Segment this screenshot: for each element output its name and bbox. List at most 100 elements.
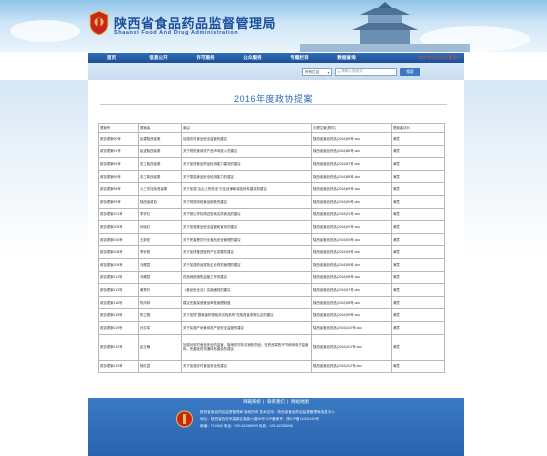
cell-document[interactable]: 陕西省食品药品(2016)89号.doc (311, 182, 392, 196)
cell-document[interactable]: 陕西省食品药品(2016)92号.doc (311, 220, 392, 234)
cell-evaluation: 满意 (391, 308, 445, 322)
table-row: 政协提案118号 陈卫国 关于加快"国家级药物临床试验机构"在陕西省申报认定的建议陕… (98, 308, 445, 322)
cell-document[interactable]: 陕西省食品药品(2016)86号.doc (311, 144, 392, 159)
cell-subject: 药品网络销售监管工作的建议 (181, 270, 312, 285)
search-input[interactable]: ⌕ 请输入搜索字 (335, 67, 397, 76)
cell-proposer: 九三学社陕西省委 (138, 182, 182, 196)
cell-subject: 加强对农村食品安全的监管，取缔农村非法销售药品；在药品零售环节使用电子监管码，完… (181, 333, 312, 361)
cell-document[interactable]: 陕西省食品药品(2016)101号.doc (311, 333, 392, 361)
cell-subject: 关于禁止学校周边售卖劣质食品的建议 (181, 207, 312, 222)
cell-proposal-no: 政协提案91号 (98, 144, 139, 159)
search-placeholder: 请输入搜索字 (341, 69, 363, 73)
cell-proposal-no: 政协提案108号 (98, 245, 139, 259)
cell-document[interactable]: 陕西省食品药品(2016)87号.doc (311, 157, 392, 171)
cell-evaluation: 满意 (391, 157, 445, 171)
footer-copyright: 陕西省食品药品监督管理局 版权所有 技术支持：陕西省食品药品监督管理局信息中心 (200, 410, 335, 414)
cell-document[interactable]: 陕西省食品药品(2016)100号.doc (311, 320, 392, 335)
cell-proposal-no: 政协提案120号 (98, 333, 139, 361)
cell-document[interactable]: 陕西省食品药品(2016)91号.doc (311, 207, 392, 222)
footer-link-contact[interactable]: 联系我们 (267, 399, 285, 404)
cell-subject: 《食品安全法》实施细则的建议 (181, 283, 312, 297)
cell-proposer: 冯耀斌 (138, 270, 182, 285)
cell-evaluation: 满意 (391, 359, 445, 374)
search-icon: ⌕ (338, 69, 341, 74)
cell-proposer: 李彩艳 (138, 245, 182, 259)
cell-document[interactable]: 陕西省食品药品(2016)93号.doc (311, 232, 392, 247)
table-row: 政协提案101号 李岁红 关于禁止学校周边售卖劣质食品的建议 陕西省食品药品(2016… (98, 207, 445, 222)
cell-document[interactable]: 陕西省食品药品(2016)88号.doc (311, 169, 392, 184)
proposals-table: 提案号 提案者 案由 办理文案(附件) 提案者评价 政协提案90号 民建陕西省委加… (98, 123, 445, 374)
cell-proposal-no: 政协提案106号 (98, 232, 139, 247)
cell-subject: 关于加强"舌尖上的安全"行业自律和诚信体系建设的建议 (181, 182, 312, 196)
cell-evaluation: 满意 (391, 257, 445, 272)
chevron-down-icon: ▼ (327, 70, 330, 75)
table-row: 政协提案129号 杨红霞 关于加强农村食品安全的建议 陕西省食品药品(2016)102… (98, 359, 445, 374)
cell-document[interactable]: 陕西省食品药品(2016)96号.doc (311, 270, 392, 285)
nav-info-disclosure[interactable]: 信息公开 (135, 55, 182, 61)
cell-proposal-no: 政协提案109号 (98, 257, 139, 272)
site-subtitle: Shaanxi Food And Drug Administration (114, 30, 239, 36)
footer-link-sitemap[interactable]: 网站地图 (291, 399, 309, 404)
cell-evaluation: 满意 (391, 169, 445, 184)
bell-tower-illustration (300, 2, 470, 52)
cell-proposer: 陈凤林 (138, 295, 182, 310)
search-button[interactable]: 搜索 (400, 67, 420, 76)
cell-evaluation: 满意 (391, 182, 445, 196)
cell-evaluation: 满意 (391, 270, 445, 285)
cell-subject: 关于实施产地食用农产品安全监管的建议 (181, 320, 312, 335)
cell-proposer: 李岁红 (138, 207, 182, 222)
cell-proposer: 孙文军 (138, 320, 182, 335)
cell-proposer: 民进陕西省委 (138, 144, 182, 159)
table-row: 政协提案108号 李彩艳 关于加快推进医药产业发展的建议 陕西省食品药品(2016)9… (98, 245, 445, 259)
footer-links: 邮箱系统 | 联系我们 | 网站地图 (243, 399, 309, 404)
table-row: 政协提案91号 民进陕西省委 关于规范食用农产品市场准入的建议 陕西省食品药品(201… (98, 144, 445, 159)
table-row: 政协提案94号 农工陕西省委 关于加快食品药品检测能力建设的建议 陕西省食品药品(20… (98, 157, 445, 171)
cell-document[interactable]: 陕西省食品药品(2016)85号.doc (311, 132, 392, 146)
cell-proposer: 杨红霞 (138, 359, 182, 374)
nav-special-topics[interactable]: 专题栏目 (276, 55, 323, 61)
nav-public-service[interactable]: 公众服务 (229, 55, 276, 61)
cell-document[interactable]: 陕西省食品药品(2016)95号.doc (311, 257, 392, 272)
cell-proposal-no: 政协提案99号 (98, 194, 139, 209)
nav-data-query[interactable]: 数据查询 (323, 55, 370, 61)
cell-evaluation: 满意 (391, 132, 445, 146)
cell-subject: 关于规范食用农产品市场准入的建议 (181, 144, 312, 159)
nav-license-service[interactable]: 许可服务 (182, 55, 229, 61)
cell-subject: 关于加快食品药品检测能力建设的建议 (181, 157, 312, 171)
cell-proposer: 民建陕西省委 (138, 132, 182, 146)
cell-proposal-no: 政协提案90号 (98, 132, 139, 146)
table-row: 政协提案105号 何晓红 关于加强食品安全监管和宣传的建议 陕西省食品药品(2016)… (98, 220, 445, 234)
table-body: 政协提案90号 民建陕西省委 加强农村食品安全监管的建议 陕西省食品药品(2016)8… (98, 132, 445, 374)
cell-evaluation: 满意 (391, 144, 445, 159)
cell-proposer: 陈卫国 (138, 308, 182, 322)
cell-subject: 关于完善餐饮行业食品安全管理的建议 (181, 232, 312, 247)
cell-proposer: 冯耀斌 (138, 257, 182, 272)
table-row: 政协提案90号 民建陕西省委 加强农村食品安全监管的建议 陕西省食品药品(2016)8… (98, 132, 445, 146)
cell-document[interactable]: 陕西省食品药品(2016)99号.doc (311, 308, 392, 322)
cell-proposal-no: 政协提案105号 (98, 220, 139, 234)
nav-home[interactable]: 首页 (88, 55, 135, 61)
cell-subject: 关于加快"国家级药物临床试验机构"在陕西省申报认定的建议 (181, 308, 312, 322)
cell-proposal-no: 政协提案118号 (98, 308, 139, 322)
cell-evaluation: 满意 (391, 295, 445, 310)
cell-document[interactable]: 陕西省食品药品(2016)97号.doc (311, 283, 392, 297)
cell-subject: 加强农村食品安全监管的建议 (181, 132, 312, 146)
cell-document[interactable]: 陕西省食品药品(2016)90号.doc (311, 194, 392, 209)
cell-document[interactable]: 陕西省食品药品(2016)94号.doc (311, 245, 392, 259)
table-header-row: 提案号 提案者 案由 办理文案(附件) 提案者评价 (98, 123, 445, 133)
emblem-icon (89, 10, 109, 36)
cell-evaluation: 满意 (391, 245, 445, 259)
table-row: 政协提案120号 赵玉梅 加强对农村食品安全的监管，取缔农村非法销售药品；在药品零售… (98, 333, 445, 361)
footer-emblem-icon (176, 410, 193, 428)
cell-document[interactable]: 陕西省食品药品(2016)98号.doc (311, 295, 392, 310)
cell-document[interactable]: 陕西省食品药品(2016)102号.doc (311, 359, 392, 374)
header-document: 办理文案(附件) (311, 123, 392, 133)
category-select[interactable]: 所有栏目 ▼ (302, 67, 332, 76)
footer-link-mail[interactable]: 邮箱系统 (243, 399, 261, 404)
cell-proposal-no: 政协提案101号 (98, 207, 139, 222)
cell-subject: 关于加快推进医药产业发展的建议 (181, 245, 312, 259)
table-row: 政协提案119号 孙文军 关于实施产地食用农产品安全监管的建议 陕西省食品药品(201… (98, 320, 445, 335)
table-row: 政协提案116号 陈凤林 建议完善保健食品审批管理制度 陕西省食品药品(2016)98… (98, 295, 445, 310)
cell-proposer: 何晓红 (138, 220, 182, 234)
cell-proposal-no: 政协提案119号 (98, 320, 139, 335)
